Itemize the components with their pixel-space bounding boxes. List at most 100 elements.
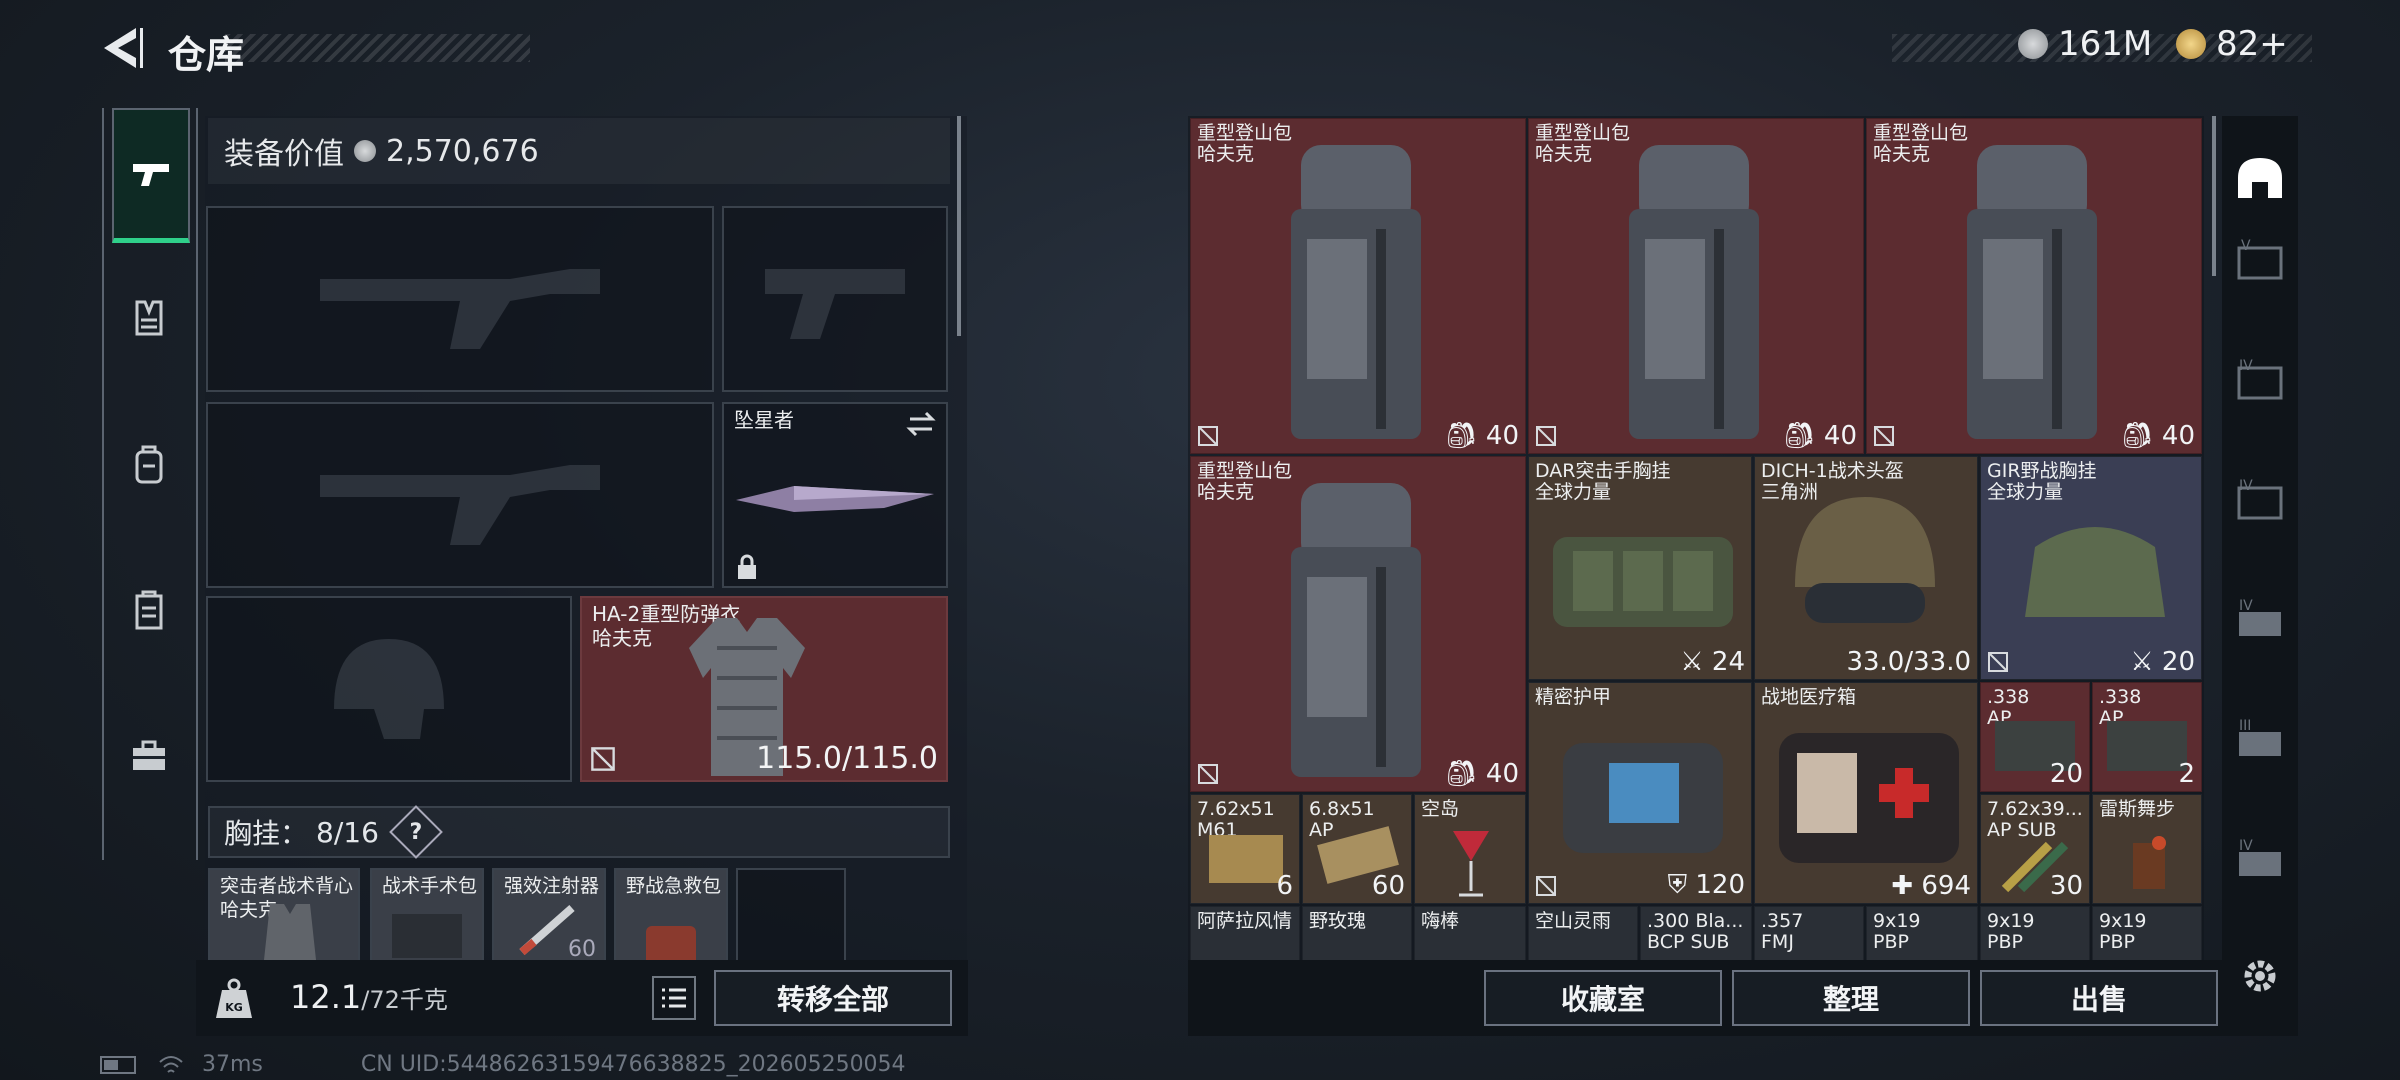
tab-case-iv-2[interactable]: IV (2232, 472, 2288, 528)
grid-item-asala[interactable]: 阿萨拉风情 (1190, 906, 1300, 962)
helmet-image (1795, 497, 1935, 623)
grid-item-backpack-4[interactable]: 重型登山包 哈夫克 🎒︎ 40 (1190, 456, 1526, 792)
grid-item-ammo-338-a[interactable]: .338 AP 20 (1980, 682, 2090, 792)
tab-backpack[interactable] (112, 400, 186, 528)
item-count: ⚔︎ 20 (2130, 647, 2195, 677)
grid-item-armor-plate[interactable]: 精密护甲 ⛨ 120 (1528, 682, 1752, 904)
equipment-scrollbar[interactable] (957, 116, 961, 336)
tab-case-iv-4[interactable]: IV (2232, 832, 2288, 888)
ammo-box-image (2107, 721, 2187, 771)
item-count: 🎒︎ 40 (1782, 421, 1857, 451)
tab-briefcase[interactable] (112, 692, 186, 820)
collection-room-button[interactable]: 收藏室 (1484, 970, 1722, 1026)
wifi-icon (159, 1055, 183, 1073)
injector-item[interactable]: 强效注射器 60 (492, 868, 606, 964)
pistol-icon (133, 164, 169, 186)
item-label: DAR突击手胸挂 全球力量 (1535, 460, 1671, 503)
tab-vest[interactable] (112, 254, 186, 382)
ping-text: 37ms (202, 1052, 263, 1077)
grid-item-backpack-1[interactable]: 重型登山包 哈夫克 🎒︎ 40 (1190, 118, 1526, 454)
helmet-placeholder-icon (208, 598, 570, 780)
vest-item[interactable]: 突击者战术背心 哈夫克 (208, 868, 360, 964)
grid-item-backpack-3[interactable]: 重型登山包 哈夫克 🎒︎ 40 (1866, 118, 2202, 454)
silver-currency[interactable]: 161M (2018, 24, 2152, 64)
tab-case-iv[interactable]: IV (2232, 352, 2288, 408)
item-label: 9x19 PBP (2099, 910, 2147, 953)
grid-item-kongshan[interactable]: 空山灵雨 (1528, 906, 1638, 962)
surgery-kit-item[interactable]: 战术手术包 (370, 868, 484, 964)
rifle-placeholder-icon (208, 208, 712, 390)
grid-item-dich-helmet[interactable]: DICH-1战术头盔 三角洲 33.0/33.0 (1754, 456, 1978, 680)
grid-item-backpack-2[interactable]: 重型登山包 哈夫克 🎒︎ 40 (1528, 118, 1864, 454)
backpack-icon (135, 445, 163, 484)
no-trade-icon (1536, 426, 1556, 446)
case-iv4-icon: IV (2239, 838, 2281, 876)
case-iv3-icon: IV (2239, 598, 2281, 636)
injector-count: 60 (568, 937, 596, 962)
grid-item-dar-rig[interactable]: DAR突击手胸挂 全球力量 ⚔︎ 24 (1528, 456, 1752, 680)
item-label: 空山灵雨 (1535, 910, 1612, 932)
tab-clipboard[interactable] (112, 546, 186, 674)
grid-item-ammo-68x51[interactable]: 6.8x51 AP 60 (1302, 794, 1412, 904)
gold-currency[interactable]: 82+ (2176, 24, 2288, 64)
title-decoration (225, 34, 530, 62)
grid-item-ammo-357[interactable]: .357 FMJ (1754, 906, 1864, 962)
briefcase-icon (133, 740, 165, 770)
grid-item-medkit[interactable]: 战地医疗箱 ✚ 694 (1754, 682, 1978, 904)
settings-gear-icon[interactable] (2238, 954, 2282, 998)
grid-item-ammo-300[interactable]: .300 Bla... BCP SUB (1640, 906, 1752, 962)
grid-item-ammo-762x39[interactable]: 7.62x39... AP SUB 30 (1980, 794, 2090, 904)
item-count: 2 (2178, 759, 2195, 789)
svg-text:KG: KG (225, 1001, 243, 1014)
swap-icon[interactable] (906, 410, 936, 438)
injector-label: 强效注射器 (504, 875, 600, 897)
medkit-image (1779, 733, 1959, 863)
sort-button[interactable]: 整理 (1732, 970, 1970, 1026)
tactical-vest-image (264, 904, 316, 960)
grid-item-ammo-9x19-b[interactable]: 9x19 PBP (1980, 906, 2090, 962)
chest-help-button[interactable]: ? (389, 805, 443, 859)
grid-item-gir-rig[interactable]: GIR野战胸挂 全球力量 ⚔︎ 20 (1980, 456, 2202, 680)
melee-slot[interactable]: 坠星者 (722, 402, 948, 588)
grid-item-haibang[interactable]: 嗨棒 (1414, 906, 1526, 962)
tab-case-v[interactable]: V (2232, 232, 2288, 288)
grid-item-yemeigui[interactable]: 野玫瑰 (1302, 906, 1412, 962)
grid-item-leisi[interactable]: 雷斯舞步 (2092, 794, 2202, 904)
helmet-slot[interactable] (206, 596, 572, 782)
svg-text:III: III (2239, 718, 2251, 734)
armor-slot[interactable]: HA-2重型防弹衣 哈夫克 115.0/115.0 (580, 596, 948, 782)
tab-case-iv-3[interactable]: IV (2232, 592, 2288, 648)
chest-rig-label: 胸挂： (224, 817, 309, 850)
grid-item-ammo-762x51[interactable]: 7.62x51 M61 6 (1190, 794, 1300, 904)
grid-item-ammo-9x19-c[interactable]: 9x19 PBP (2092, 906, 2202, 962)
equipment-value-bar: 装备价值 2,570,676 (208, 118, 950, 184)
tab-main-storage[interactable] (2232, 150, 2288, 206)
silver-coin-icon (354, 140, 376, 162)
secondary-weapon-slot[interactable] (206, 402, 714, 588)
tab-case-iii[interactable]: III (2232, 712, 2288, 768)
sell-button[interactable]: 出售 (1980, 970, 2218, 1026)
primary-weapon-slot[interactable] (206, 206, 714, 392)
empty-chest-slot[interactable] (736, 868, 846, 964)
lock-icon (738, 554, 756, 579)
list-view-button[interactable] (652, 976, 696, 1020)
equipment-value: 2,570,676 (386, 133, 539, 169)
first-aid-item[interactable]: 野战急救包 (614, 868, 728, 966)
grid-item-ammo-338-b[interactable]: .338 AP 2 (2092, 682, 2202, 792)
armor-durability: 115.0/115.0 (756, 741, 938, 776)
item-count: 🎒︎ 40 (1444, 759, 1519, 789)
grid-item-ammo-9x19-a[interactable]: 9x19 PBP (1866, 906, 1978, 962)
item-count: ⚔︎ 24 (1680, 647, 1745, 677)
item-count: 20 (2049, 759, 2083, 789)
tab-weapons[interactable] (112, 108, 190, 243)
grid-item-kongdao[interactable]: 空岛 (1414, 794, 1526, 904)
item-label: 重型登山包 哈夫克 (1535, 122, 1631, 165)
backpack-image (1291, 483, 1421, 777)
storage-scrollbar[interactable] (2212, 116, 2216, 276)
pistol-slot[interactable] (722, 206, 948, 392)
item-label: 战地医疗箱 (1761, 686, 1857, 708)
back-arrow-icon[interactable] (100, 24, 144, 72)
uid-text: CN UID:54486263159476638825_202605250054 (360, 1052, 906, 1077)
transfer-all-button[interactable]: 转移全部 (714, 970, 952, 1026)
no-trade-icon (1198, 764, 1218, 784)
